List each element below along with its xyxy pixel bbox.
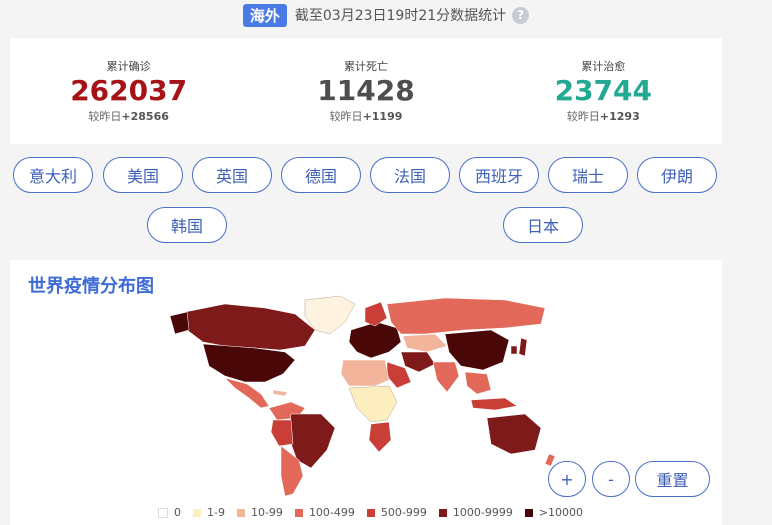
map-region-scandinavia[interactable]	[364, 301, 388, 327]
map-region-canada[interactable]	[184, 303, 316, 351]
stat-delta: 较昨日+28566	[29, 108, 229, 124]
map-panel: 世界疫情分布图 + - 重置 0 1-9 10-99 100-499 500-9…	[10, 260, 722, 525]
map-region-peru[interactable]	[270, 419, 294, 447]
legend-swatch	[236, 508, 245, 517]
legend-swatch	[193, 508, 201, 517]
update-time-text: 截至03月23日19时21分数据统计	[294, 8, 507, 24]
legend-swatch	[524, 508, 533, 517]
map-region-mexico[interactable]	[224, 377, 270, 409]
help-icon[interactable]: ?	[512, 6, 530, 24]
update-header: 海外 截至03月23日19时21分数据统计 ?	[0, 0, 772, 30]
legend-swatch	[294, 508, 303, 517]
stat-value: 23744	[554, 74, 653, 107]
legend-label: 0	[174, 506, 181, 519]
stat-value: 262037	[70, 74, 188, 107]
legend-swatch	[158, 507, 168, 518]
legend-swatch	[366, 508, 375, 517]
country-button-france[interactable]: 法国	[370, 157, 450, 193]
map-legend: 0 1-9 10-99 100-499 500-999 1000-9999 >1…	[158, 506, 595, 519]
stat-delta: 较昨日+1293	[503, 108, 703, 124]
legend-label: 500-999	[380, 506, 427, 519]
map-region-iran[interactable]	[400, 351, 436, 373]
map-region-central-africa[interactable]	[348, 385, 398, 423]
country-button-italy[interactable]: 意大利	[13, 157, 93, 193]
legend-item[interactable]: 1000-9999	[438, 506, 513, 519]
country-button-spain[interactable]: 西班牙	[459, 157, 539, 193]
country-button-japan[interactable]: 日本	[503, 207, 583, 243]
region-badge: 海外	[242, 3, 287, 27]
legend-label: 1000-9999	[452, 506, 513, 519]
stat-delta-value: +1293	[599, 110, 640, 123]
legend-label: 1-9	[207, 506, 225, 519]
map-region-australia[interactable]	[486, 413, 542, 455]
stat-confirmed: 累计确诊 262037 较昨日+28566	[29, 58, 229, 124]
stat-delta-value: +28566	[121, 110, 169, 123]
stat-delta-value: +1199	[362, 110, 403, 123]
country-button-iran[interactable]: 伊朗	[637, 157, 717, 193]
legend-item[interactable]: 10-99	[236, 506, 283, 519]
legend-item[interactable]: >10000	[524, 506, 584, 519]
legend-item[interactable]: 100-499	[294, 506, 355, 519]
map-title: 世界疫情分布图	[28, 276, 154, 297]
stat-delta-prefix: 较昨日	[88, 110, 122, 123]
legend-item[interactable]: 0	[158, 506, 181, 519]
country-button-germany[interactable]: 德国	[281, 157, 361, 193]
legend-swatch	[438, 508, 447, 517]
reset-button[interactable]: 重置	[635, 461, 710, 497]
legend-item[interactable]: 500-999	[366, 506, 427, 519]
map-region-south-africa[interactable]	[368, 421, 392, 453]
zoom-out-button[interactable]: -	[592, 461, 630, 497]
legend-item[interactable]: 1-9	[193, 506, 225, 519]
map-region-europe[interactable]	[348, 321, 402, 359]
stat-label: 累计死亡	[343, 60, 388, 73]
country-button-uk[interactable]: 英国	[192, 157, 272, 193]
country-button-korea[interactable]: 韩国	[147, 207, 227, 243]
legend-label: >10000	[538, 506, 584, 519]
legend-label: 100-499	[308, 506, 355, 519]
map-region-caribbean[interactable]	[272, 389, 288, 397]
stat-deaths: 累计死亡 11428 较昨日+1199	[266, 58, 466, 124]
stat-label: 累计治愈	[581, 60, 626, 73]
stats-panel: 累计确诊 262037 较昨日+28566 累计死亡 11428 较昨日+119…	[10, 38, 722, 144]
map-region-india[interactable]	[432, 361, 460, 393]
map-region-alaska[interactable]	[169, 311, 190, 335]
stat-value: 11428	[317, 74, 415, 107]
country-button-usa[interactable]: 美国	[103, 157, 183, 193]
map-region-korea[interactable]	[510, 345, 518, 355]
stat-delta-prefix: 较昨日	[566, 110, 600, 123]
stat-recovered: 累计治愈 23744 较昨日+1293	[503, 58, 703, 124]
map-region-indonesia[interactable]	[470, 397, 518, 411]
stat-label: 累计确诊	[106, 60, 151, 73]
stat-delta-prefix: 较昨日	[329, 110, 363, 123]
map-region-southeast-asia[interactable]	[464, 371, 492, 395]
country-button-switzerland[interactable]: 瑞士	[548, 157, 628, 193]
map-region-north-africa[interactable]	[340, 359, 390, 387]
map-region-japan[interactable]	[518, 337, 528, 357]
map-region-russia[interactable]	[386, 297, 546, 335]
stat-delta: 较昨日+1199	[266, 108, 466, 124]
world-map[interactable]	[165, 290, 565, 502]
legend-label: 10-99	[250, 506, 283, 519]
zoom-in-button[interactable]: +	[548, 461, 586, 497]
map-region-central-asia[interactable]	[402, 333, 448, 353]
